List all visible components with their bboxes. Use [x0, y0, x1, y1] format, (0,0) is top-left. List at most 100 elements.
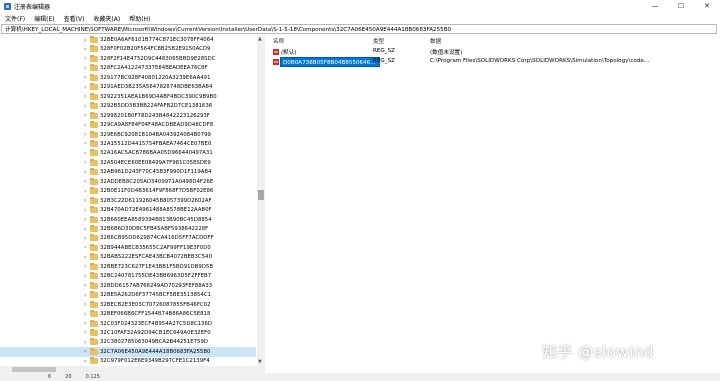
- chevron-right-icon[interactable]: ›: [84, 273, 89, 280]
- chevron-right-icon[interactable]: ›: [84, 226, 89, 233]
- tree-item-label: 32ADDEB8C205AD3409971A0498D4F26E: [100, 178, 214, 185]
- chevron-right-icon[interactable]: ›: [84, 348, 89, 355]
- tree-item-label: 32BECB2E3E03C70726087855FB46FC02: [100, 301, 211, 308]
- folder-icon: [90, 168, 98, 176]
- folder-icon: [90, 347, 98, 355]
- key-tree[interactable]: › 32BE0A6AF6101B774C871EC3078FF4064 › 328F0…: [0, 35, 265, 366]
- folder-icon: [90, 83, 98, 91]
- address-bar[interactable]: 计算机\HKEY_LOCAL_MACHINE\SOFTWARE\Microsof…: [1, 24, 717, 34]
- folder-icon: [90, 357, 98, 365]
- folder-icon: [90, 319, 98, 327]
- folder-icon: [90, 130, 98, 138]
- tree-item-label: 329E6BC92081B104BA043924084B0799: [100, 131, 211, 138]
- chevron-right-icon[interactable]: ›: [84, 93, 89, 100]
- status-bar: 6 20 0.125: [0, 373, 720, 381]
- chevron-right-icon[interactable]: ›: [84, 37, 89, 44]
- folder-icon: [90, 234, 98, 242]
- chevron-right-icon[interactable]: ›: [84, 140, 89, 147]
- maximize-button[interactable]: ☐: [668, 0, 694, 12]
- chevron-right-icon[interactable]: ›: [84, 292, 89, 299]
- folder-icon: [90, 92, 98, 100]
- tree-item-label: 32A504ECE60EE08499A7F981C05ESDE9: [100, 159, 211, 166]
- tree-item-label: 329CA9A8F84F04F48ACDBEAD9D48CDF8: [100, 122, 214, 129]
- chevron-right-icon[interactable]: ›: [84, 244, 89, 251]
- chevron-right-icon[interactable]: ›: [84, 150, 89, 157]
- registry-editor-icon: [4, 2, 11, 10]
- chevron-right-icon[interactable]: ›: [84, 207, 89, 214]
- folder-icon: [90, 291, 98, 299]
- chevron-right-icon[interactable]: ›: [84, 235, 89, 242]
- menu-favorites[interactable]: 收藏夹(A): [93, 14, 120, 23]
- tree-item-label: 32BE0A6AF6101B774C871EC3078FF4064: [100, 37, 214, 43]
- folder-icon: [90, 310, 98, 318]
- folder-icon: [90, 300, 98, 308]
- minimize-button[interactable]: —: [642, 0, 668, 12]
- scroll-down-icon[interactable]: ▼: [258, 359, 262, 365]
- tree-item-label: 32BAB5222ESFCAE43BCB4072BEB3C540: [100, 254, 213, 261]
- value-row-default[interactable]: ab (默认) REG_SZ (数值未设置): [268, 47, 720, 57]
- folder-icon: [90, 73, 98, 81]
- tree-item-label: 32BC240781755DE43BB6963D5F2FFEB7: [100, 273, 212, 280]
- folder-icon: [90, 64, 98, 72]
- chevron-right-icon[interactable]: ›: [84, 112, 89, 119]
- chevron-right-icon[interactable]: ›: [84, 74, 89, 81]
- scroll-thumb[interactable]: [258, 190, 264, 200]
- menu-file[interactable]: 文件(F): [5, 14, 25, 23]
- folder-icon: [90, 187, 98, 195]
- horizontal-scroll-thumb[interactable]: [12, 367, 56, 372]
- chevron-right-icon[interactable]: ›: [84, 169, 89, 176]
- chevron-right-icon[interactable]: ›: [84, 311, 89, 318]
- tree-item-label: 32998201B0F78D243B4842223126293F: [100, 112, 211, 119]
- column-header-data[interactable]: 数据: [430, 37, 441, 45]
- folder-icon: [90, 272, 98, 280]
- tree-item-label: 32B6CB95DD629874CA416D5FF7ACDDFF: [100, 235, 214, 242]
- chevron-right-icon[interactable]: ›: [84, 282, 89, 289]
- chevron-right-icon[interactable]: ›: [84, 320, 89, 327]
- tree-item-label: 32C03F024323ECF4B954A27C5D8C136D: [100, 320, 213, 327]
- string-value-icon: ab: [273, 59, 279, 65]
- column-header-type[interactable]: 类型: [373, 37, 384, 45]
- folder-icon: [90, 262, 98, 270]
- close-button[interactable]: ✕: [694, 0, 720, 12]
- tree-item-label: 32B470AD72E4961488A8578BE12AAB0F: [100, 207, 212, 214]
- value-name-rename-field[interactable]: D0B0A738B05F8B04B8550646...: [280, 57, 380, 67]
- value-row-selected[interactable]: ab D0B0A738B05F8B04B8550646... REG_SZ C:…: [268, 57, 720, 67]
- chevron-right-icon[interactable]: ›: [84, 339, 89, 346]
- chevron-right-icon[interactable]: ›: [84, 254, 89, 261]
- tree-item-label: 32B3C22D611926045B8057399D2602AF: [100, 197, 212, 204]
- chevron-right-icon[interactable]: ›: [84, 65, 89, 72]
- scroll-up-icon[interactable]: ▲: [258, 36, 262, 42]
- folder-icon: [90, 196, 98, 204]
- tree-item[interactable]: › 32C979F012E6E9349B297CFE1C2139F4: [0, 356, 256, 366]
- chevron-right-icon[interactable]: ›: [84, 188, 89, 195]
- chevron-right-icon[interactable]: ›: [84, 358, 89, 365]
- column-header-name[interactable]: 名称: [273, 37, 284, 45]
- title-bar: 注册表编辑器 — ☐ ✕: [0, 0, 720, 12]
- chevron-right-icon[interactable]: ›: [84, 178, 89, 185]
- tree-horizontal-scrollbar[interactable]: [0, 366, 265, 373]
- chevron-right-icon[interactable]: ›: [84, 55, 89, 62]
- tree-vertical-scrollbar[interactable]: ▲ ▼: [257, 35, 265, 366]
- chevron-right-icon[interactable]: ›: [84, 103, 89, 110]
- chevron-right-icon[interactable]: ›: [84, 131, 89, 138]
- chevron-right-icon[interactable]: ›: [84, 263, 89, 270]
- menu-edit[interactable]: 编辑(E): [34, 14, 54, 23]
- chevron-right-icon[interactable]: ›: [84, 46, 89, 53]
- chevron-right-icon[interactable]: ›: [84, 216, 89, 223]
- chevron-right-icon[interactable]: ›: [84, 197, 89, 204]
- status-value-2: 20: [65, 374, 72, 380]
- tree-item-label: 32BE5A262D6F37745BCF5BE3513854C1: [100, 292, 212, 299]
- folder-icon: [90, 158, 98, 166]
- folder-icon: [90, 206, 98, 214]
- chevron-right-icon[interactable]: ›: [84, 122, 89, 129]
- values-pane[interactable]: 名称 类型 数据 ab (默认) REG_SZ (数值未设置) ab D0B0A…: [268, 35, 720, 373]
- menu-help[interactable]: 帮助(H): [129, 14, 150, 23]
- menu-view[interactable]: 查看(V): [64, 14, 85, 23]
- tree-item-label: 32BBE723C627F1E43BB1F5BD91DB9D5B: [100, 263, 214, 270]
- chevron-right-icon[interactable]: ›: [84, 329, 89, 336]
- chevron-right-icon[interactable]: ›: [84, 159, 89, 166]
- chevron-right-icon[interactable]: ›: [84, 84, 89, 91]
- string-value-icon: ab: [273, 49, 279, 55]
- folder-icon: [90, 149, 98, 157]
- chevron-right-icon[interactable]: ›: [84, 301, 89, 308]
